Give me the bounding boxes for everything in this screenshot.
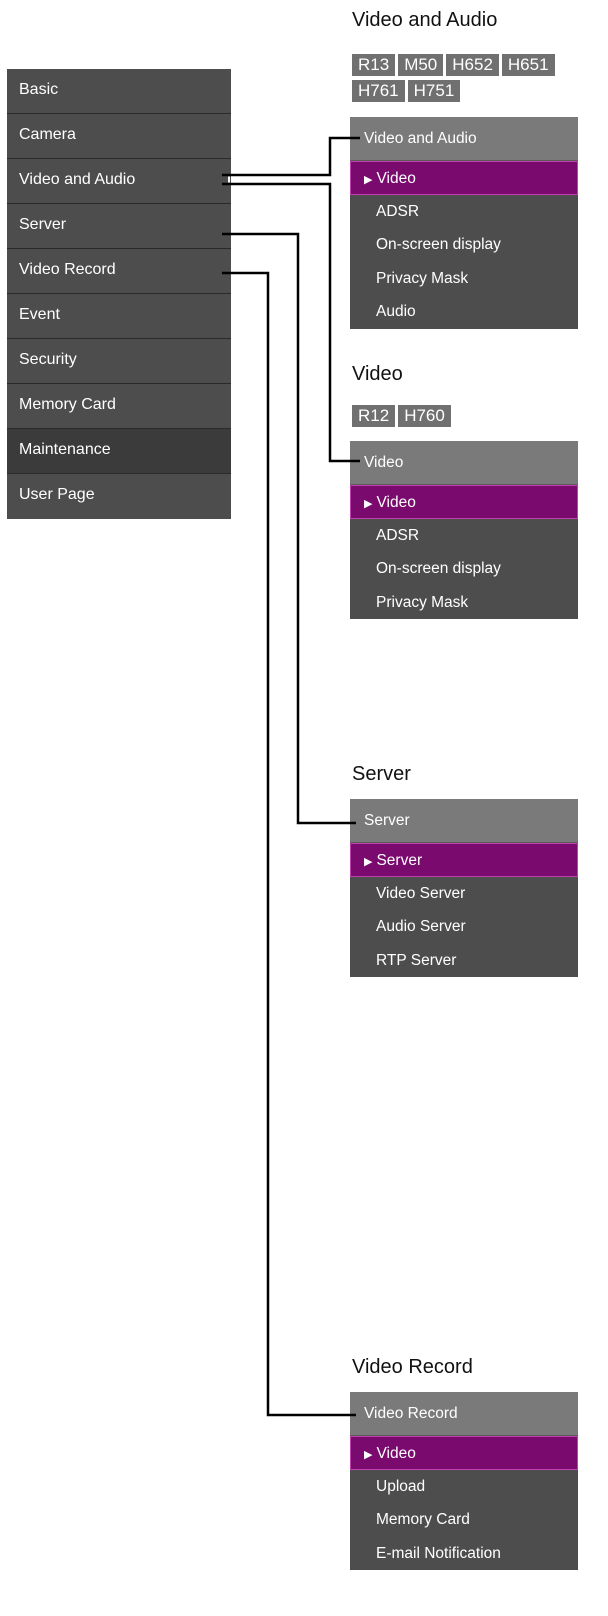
submenu-video: Video Video ADSR On-screen display Priva… [350, 441, 578, 619]
submenu-item-email-notification[interactable]: E-mail Notification [350, 1537, 578, 1571]
section-title-video-and-audio: Video and Audio [352, 9, 498, 31]
sidebar-item-maintenance[interactable]: Maintenance [7, 429, 231, 474]
connector-video [222, 182, 360, 463]
section-title-video-record: Video Record [352, 1356, 473, 1378]
sidebar-item-server[interactable]: Server [7, 204, 231, 249]
model-badge: R13 [352, 54, 396, 76]
sidebar-item-security[interactable]: Security [7, 339, 231, 384]
submenu-item-rtp-server[interactable]: RTP Server [350, 944, 578, 978]
submenu-header: Video Record [350, 1392, 578, 1436]
model-badge: H651 [501, 54, 555, 76]
connector-video-and-audio [222, 136, 360, 177]
submenu-header: Video [350, 441, 578, 485]
submenu-item-upload[interactable]: Upload [350, 1470, 578, 1504]
submenu-item-on-screen-display[interactable]: On-screen display [350, 228, 578, 262]
model-badge: M50 [398, 54, 444, 76]
submenu-item-video[interactable]: Video [350, 161, 578, 195]
connector-server [222, 232, 356, 825]
model-badge: H761 [352, 80, 405, 102]
submenu-item-video-server[interactable]: Video Server [350, 877, 578, 911]
submenu-item-video[interactable]: Video [350, 485, 578, 519]
submenu-item-audio-server[interactable]: Audio Server [350, 910, 578, 944]
submenu-item-on-screen-display[interactable]: On-screen display [350, 552, 578, 586]
sidebar-item-basic[interactable]: Basic [7, 69, 231, 114]
connector-video-record [222, 271, 356, 1417]
submenu-video-record: Video Record Video Upload Memory Card E-… [350, 1392, 578, 1570]
sidebar-item-user-page[interactable]: User Page [7, 474, 231, 519]
submenu-video-and-audio: Video and Audio Video ADSR On-screen dis… [350, 117, 578, 329]
sidebar-item-memory-card[interactable]: Memory Card [7, 384, 231, 429]
model-badges-video-and-audio: R13 M50 H652 H651 [352, 54, 597, 76]
submenu-item-server[interactable]: Server [350, 843, 578, 877]
model-badges-video: R12 H760 [352, 405, 592, 427]
model-badge: H751 [407, 80, 461, 102]
submenu-item-privacy-mask[interactable]: Privacy Mask [350, 262, 578, 296]
submenu-server: Server Server Video Server Audio Server … [350, 799, 578, 977]
model-badge: H760 [398, 405, 451, 427]
submenu-header: Server [350, 799, 578, 843]
section-title-server: Server [352, 763, 411, 785]
sidebar-item-video-record[interactable]: Video Record [7, 249, 231, 294]
submenu-item-adsr[interactable]: ADSR [350, 519, 578, 553]
sidebar-item-event[interactable]: Event [7, 294, 231, 339]
submenu-item-memory-card[interactable]: Memory Card [350, 1503, 578, 1537]
section-title-video: Video [352, 363, 403, 385]
submenu-item-audio[interactable]: Audio [350, 295, 578, 329]
model-badges-video-and-audio-row2: H761 H751 [352, 80, 592, 102]
submenu-item-video[interactable]: Video [350, 1436, 578, 1470]
submenu-item-adsr[interactable]: ADSR [350, 195, 578, 229]
sidebar-item-camera[interactable]: Camera [7, 114, 231, 159]
model-badge: H652 [446, 54, 499, 76]
submenu-header: Video and Audio [350, 117, 578, 161]
sidebar-item-video-and-audio[interactable]: Video and Audio [7, 159, 231, 204]
model-badge: R12 [352, 405, 396, 427]
main-menu: Basic Camera Video and Audio Server Vide… [7, 69, 231, 519]
submenu-item-privacy-mask[interactable]: Privacy Mask [350, 586, 578, 620]
